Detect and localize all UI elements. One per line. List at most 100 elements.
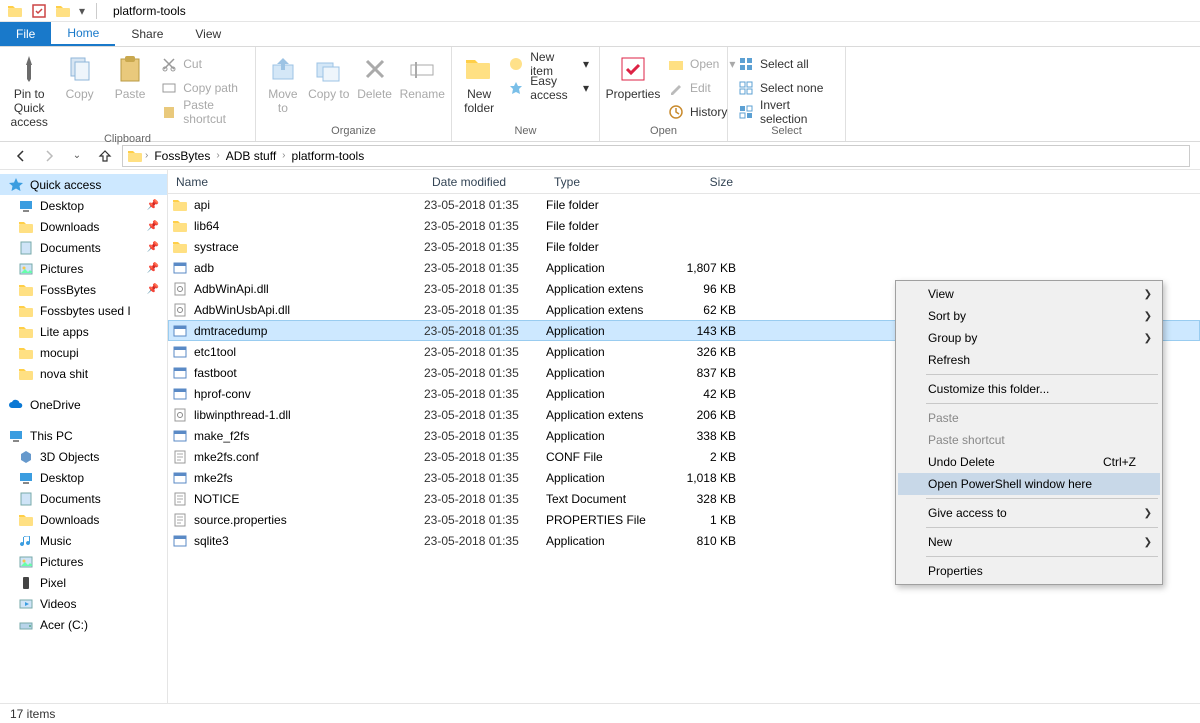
- easy-access-button[interactable]: Easy access▾: [504, 77, 593, 99]
- nav-recent-button[interactable]: ⌄: [66, 145, 88, 167]
- rename-button[interactable]: Rename: [400, 51, 445, 103]
- nav-onedrive[interactable]: OneDrive: [0, 394, 167, 415]
- tab-share[interactable]: Share: [115, 22, 179, 46]
- paste-button[interactable]: Paste: [107, 51, 153, 103]
- txt-icon: [172, 449, 188, 465]
- tab-file[interactable]: File: [0, 22, 51, 46]
- drive-icon: [18, 617, 34, 633]
- ctx-customize[interactable]: Customize this folder...: [898, 378, 1160, 400]
- nav-this-pc[interactable]: This PC: [0, 425, 167, 446]
- ctx-undo-delete[interactable]: Undo DeleteCtrl+Z: [898, 451, 1160, 473]
- pin-to-quick-access-button[interactable]: Pin to Quick access: [6, 51, 52, 131]
- select-all-button[interactable]: Select all: [734, 53, 839, 75]
- delete-button[interactable]: Delete: [354, 51, 396, 103]
- nav-back-button[interactable]: [10, 145, 32, 167]
- col-date[interactable]: Date modified: [424, 175, 546, 189]
- list-item[interactable]: api23-05-2018 01:35File folder: [168, 194, 1200, 215]
- ribbon-group-select: Select all Select none Invert selection …: [728, 47, 846, 141]
- pin-icon: 📌: [147, 242, 159, 253]
- move-to-button[interactable]: Move to: [262, 51, 304, 117]
- sidebar-item[interactable]: 3D Objects: [0, 446, 167, 467]
- tab-home[interactable]: Home: [51, 22, 115, 46]
- copy-path-button[interactable]: Copy path: [157, 77, 249, 99]
- sidebar-item[interactable]: Pictures📌: [0, 258, 167, 279]
- sidebar-item[interactable]: Fossbytes used I: [0, 300, 167, 321]
- chevron-right-icon: ❯: [1144, 333, 1152, 344]
- desktop-icon: [18, 470, 34, 486]
- sidebar-item[interactable]: Acer (C:): [0, 614, 167, 635]
- sidebar-item[interactable]: Downloads📌: [0, 216, 167, 237]
- sidebar-item[interactable]: Videos: [0, 593, 167, 614]
- chevron-right-icon: ❯: [1144, 311, 1152, 322]
- list-item[interactable]: systrace23-05-2018 01:35File folder: [168, 236, 1200, 257]
- ctx-refresh[interactable]: Refresh: [898, 349, 1160, 371]
- sidebar-item[interactable]: FossBytes📌: [0, 279, 167, 300]
- window-title: platform-tools: [113, 4, 186, 18]
- app-icon: [172, 386, 188, 402]
- ribbon: Pin to Quick access Copy Paste Cut Copy …: [0, 46, 1200, 142]
- paste-shortcut-button[interactable]: Paste shortcut: [157, 101, 249, 123]
- ctx-paste-shortcut[interactable]: Paste shortcut: [898, 429, 1160, 451]
- new-item-button[interactable]: New item▾: [504, 53, 593, 75]
- invert-selection-button[interactable]: Invert selection: [734, 101, 839, 123]
- new-folder-button[interactable]: New folder: [458, 51, 500, 117]
- pin-icon: 📌: [147, 221, 159, 232]
- sidebar-item[interactable]: Documents: [0, 488, 167, 509]
- app-icon: [172, 344, 188, 360]
- status-bar: 17 items: [0, 703, 1200, 723]
- qat-dropdown-icon[interactable]: [52, 1, 74, 21]
- copy-button[interactable]: Copy: [56, 51, 102, 103]
- crumb-1[interactable]: ADB stuff: [222, 149, 280, 163]
- nav-quick-access[interactable]: Quick access: [0, 174, 167, 195]
- copy-to-button[interactable]: Copy to: [308, 51, 350, 103]
- sidebar-item[interactable]: Pictures: [0, 551, 167, 572]
- ctx-view[interactable]: View❯: [898, 283, 1160, 305]
- pc-icon: [8, 428, 24, 444]
- col-name[interactable]: Name: [168, 175, 424, 189]
- sidebar-item[interactable]: Desktop📌: [0, 195, 167, 216]
- sidebar-item[interactable]: Desktop: [0, 467, 167, 488]
- ctx-sort-by[interactable]: Sort by❯: [898, 305, 1160, 327]
- ctx-properties[interactable]: Properties: [898, 560, 1160, 582]
- pic-icon: [18, 261, 34, 277]
- breadcrumb[interactable]: › FossBytes › ADB stuff › platform-tools: [122, 145, 1190, 167]
- ctx-group-by[interactable]: Group by❯: [898, 327, 1160, 349]
- nav-forward-button[interactable]: [38, 145, 60, 167]
- properties-button[interactable]: Properties: [606, 51, 660, 103]
- crumb-2[interactable]: platform-tools: [288, 149, 369, 163]
- select-none-button[interactable]: Select none: [734, 77, 839, 99]
- ribbon-group-clipboard: Pin to Quick access Copy Paste Cut Copy …: [0, 47, 256, 141]
- folder-icon: [18, 512, 34, 528]
- ctx-open-powershell[interactable]: Open PowerShell window here: [898, 473, 1160, 495]
- doc-icon: [18, 240, 34, 256]
- folder-icon: [18, 366, 34, 382]
- ctx-new[interactable]: New❯: [898, 531, 1160, 553]
- sidebar-item[interactable]: Documents📌: [0, 237, 167, 258]
- app-icon: [172, 365, 188, 381]
- sidebar-item[interactable]: Pixel: [0, 572, 167, 593]
- col-size[interactable]: Size: [664, 175, 742, 189]
- sidebar-item[interactable]: nova shit: [0, 363, 167, 384]
- col-type[interactable]: Type: [546, 175, 664, 189]
- sidebar-item[interactable]: Downloads: [0, 509, 167, 530]
- tab-view[interactable]: View: [179, 22, 237, 46]
- list-item[interactable]: adb23-05-2018 01:35Application1,807 KB: [168, 257, 1200, 278]
- sidebar-item[interactable]: Lite apps: [0, 321, 167, 342]
- qat-folder-icon[interactable]: [4, 1, 26, 21]
- sidebar-item[interactable]: Music: [0, 530, 167, 551]
- dll-icon: [172, 302, 188, 318]
- folder-icon: [18, 282, 34, 298]
- ribbon-group-new: New folder New item▾ Easy access▾ New: [452, 47, 600, 141]
- crumb-0[interactable]: FossBytes: [150, 149, 214, 163]
- list-item[interactable]: lib6423-05-2018 01:35File folder: [168, 215, 1200, 236]
- qat-chevron-down-icon[interactable]: ▾: [76, 1, 88, 21]
- sidebar-item[interactable]: mocupi: [0, 342, 167, 363]
- ctx-give-access[interactable]: Give access to❯: [898, 502, 1160, 524]
- ribbon-group-organize: Move to Copy to Delete Rename Organize: [256, 47, 452, 141]
- ctx-paste[interactable]: Paste: [898, 407, 1160, 429]
- cut-button[interactable]: Cut: [157, 53, 249, 75]
- star-icon: [8, 177, 24, 193]
- nav-up-button[interactable]: [94, 145, 116, 167]
- qat-properties-icon[interactable]: [28, 1, 50, 21]
- folder-icon: [18, 303, 34, 319]
